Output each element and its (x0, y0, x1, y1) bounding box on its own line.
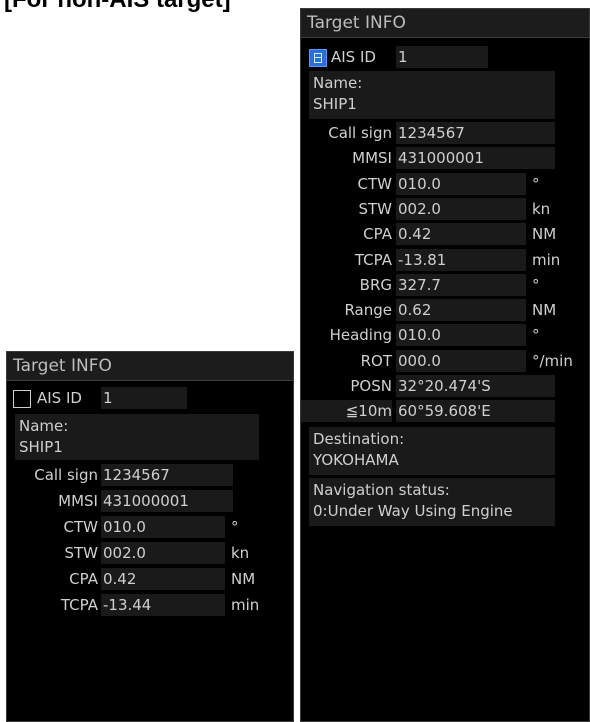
name-value: SHIP1 (19, 438, 63, 456)
name-value: SHIP1 (313, 95, 357, 113)
brg-label: BRG (359, 275, 392, 294)
name-label: Name: (19, 417, 69, 435)
ais-id-label: AIS ID (331, 48, 376, 66)
ais-id-value: 1 (101, 387, 187, 409)
ais-id-value: 1 (396, 46, 488, 68)
cpa-unit: NM (532, 225, 557, 244)
tcpa-value: -13.81 (396, 248, 526, 271)
brg-value: 327.7 (396, 273, 526, 296)
range-value: 0.62 (396, 299, 526, 322)
destination-label: Destination: (313, 430, 405, 448)
page-heading: [For non-AIS target] (4, 0, 231, 14)
name-box: Name: SHIP1 (309, 71, 555, 119)
name-box: Name: SHIP1 (15, 414, 259, 460)
cpa-value: 0.42 (396, 223, 526, 246)
tcpa-unit: min (231, 596, 260, 614)
navigation-status-box: Navigation status: 0:Under Way Using Eng… (309, 478, 555, 526)
name-label: Name: (313, 74, 363, 92)
brg-unit: ° (532, 275, 540, 294)
navigation-status-label: Navigation status: (313, 481, 450, 499)
ais-id-label: AIS ID (37, 389, 82, 407)
ctw-unit: ° (532, 174, 540, 193)
ctw-unit: ° (231, 518, 239, 536)
stw-value: 002.0 (396, 197, 526, 220)
cpa-label: CPA (69, 570, 98, 588)
destination-box: Destination: YOKOHAMA (309, 427, 555, 475)
panel-title: Target INFO (301, 9, 589, 38)
destination-value: YOKOHAMA (313, 451, 399, 469)
tcpa-value: -13.44 (101, 594, 225, 616)
cpa-value: 0.42 (101, 568, 225, 590)
longitude-value: 60°59.608'E (396, 400, 555, 422)
mmsi-value: 431000001 (101, 490, 233, 512)
call-sign-value: 1234567 (396, 122, 555, 144)
mmsi-label: MMSI (352, 149, 392, 168)
tcpa-unit: min (532, 250, 561, 269)
ais-icon (314, 53, 322, 63)
cpa-unit: NM (231, 570, 256, 588)
call-sign-label: Call sign (34, 466, 98, 484)
rot-label: ROT (360, 351, 392, 370)
ctw-label: CTW (63, 518, 98, 536)
heading-label: Heading (329, 326, 392, 345)
stw-label: STW (64, 544, 98, 562)
call-sign-label: Call sign (328, 124, 392, 142)
posn-label: POSN (350, 377, 392, 395)
ctw-value: 010.0 (396, 172, 526, 195)
mmsi-label: MMSI (58, 492, 98, 510)
stw-value: 002.0 (101, 542, 225, 564)
stw-unit: kn (532, 199, 551, 218)
call-sign-value: 1234567 (101, 464, 233, 486)
stw-label: STW (358, 199, 392, 218)
stw-unit: kn (231, 544, 250, 562)
range-label: Range (344, 301, 392, 320)
mmsi-value: 431000001 (396, 147, 555, 170)
latitude-value: 32°20.474'S (396, 375, 555, 397)
heading-value: 010.0 (396, 324, 526, 347)
ais-toggle-button[interactable] (309, 49, 327, 67)
tcpa-label: TCPA (60, 596, 98, 614)
ais-toggle-button[interactable] (13, 390, 31, 408)
cpa-label: CPA (363, 225, 392, 244)
accuracy-label: ≦10m (301, 400, 392, 422)
rot-value: 000.0 (396, 349, 526, 372)
target-info-panel-small: Target INFO AIS ID 1 Name: SHIP1 Call si… (6, 351, 294, 722)
rot-unit: °/min (532, 351, 573, 370)
ctw-value: 010.0 (101, 516, 225, 538)
ctw-label: CTW (357, 174, 392, 193)
heading-unit: ° (532, 326, 540, 345)
target-info-panel-large: Target INFO AIS ID 1 Name: SHIP1 Call si… (300, 8, 590, 722)
range-unit: NM (532, 301, 557, 320)
navigation-status-value: 0:Under Way Using Engine (313, 502, 513, 520)
tcpa-label: TCPA (354, 250, 392, 269)
panel-title: Target INFO (7, 352, 293, 381)
